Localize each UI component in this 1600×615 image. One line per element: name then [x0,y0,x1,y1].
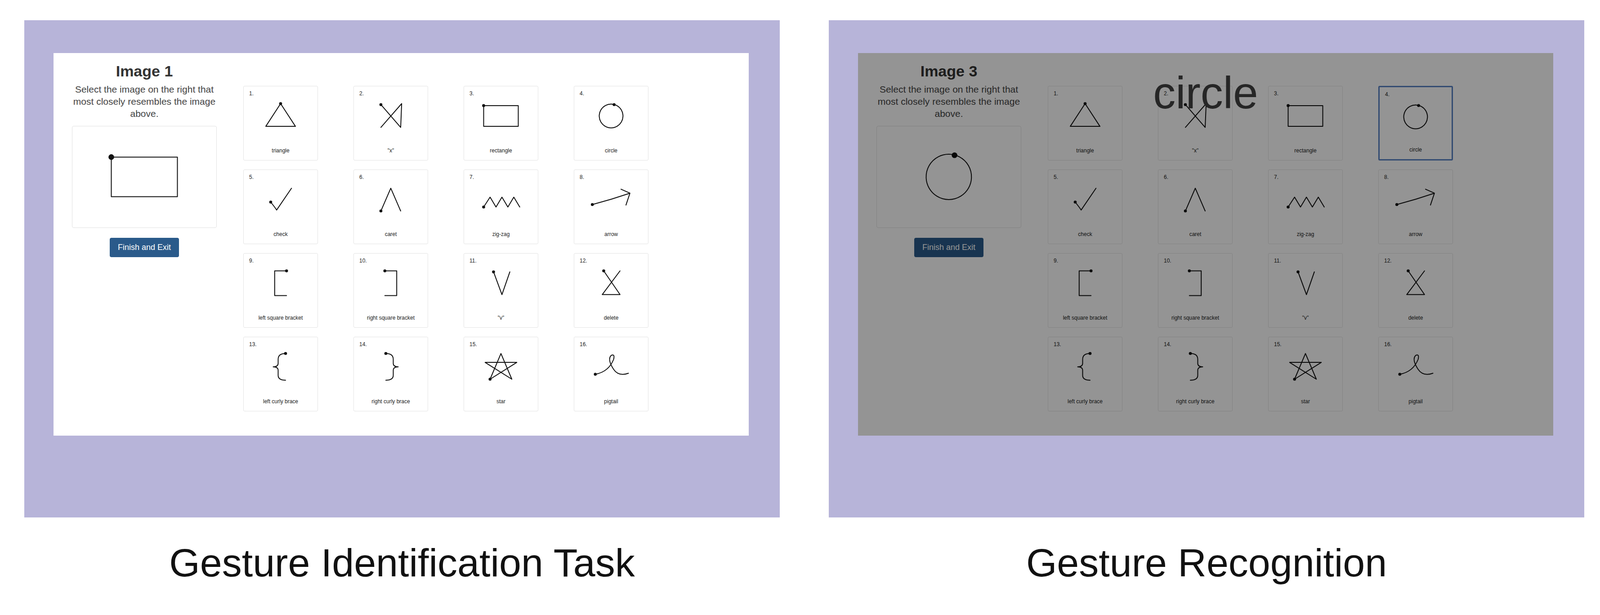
app-screenshot: Image 3Select the image on the right tha… [858,53,1554,436]
gesture-card[interactable]: 4. circle [573,85,649,161]
gesture-x-icon [366,96,416,135]
gesture-number: 5. [243,169,254,180]
gesture-card[interactable]: 3. rectangle [463,85,539,161]
gesture-label: zig-zag [490,228,512,244]
gesture-card[interactable]: 9. left square bracket [243,253,318,328]
gesture-drawing-icon [97,143,192,211]
gesture-label: triangle [269,144,291,161]
gesture-arrow-icon [586,179,636,218]
caption-row: Gesture Identification Task Gesture Recog… [0,539,1600,587]
gesture-card[interactable]: 14. right curly brace [353,336,429,412]
gesture-triangle-icon [255,96,306,135]
gesture-number: 12. [574,253,588,264]
gesture-number: 7. [464,169,474,180]
gesture-caret-icon [366,179,416,218]
gesture-label: left curly brace [261,395,300,412]
gesture-number: 2. [353,86,364,97]
gesture-card[interactable]: 12. delete [573,253,649,328]
gesture-label: delete [602,312,621,328]
gesture-grid: 1. triangle 2. "x" 3. rectangle 4. circle 5. chec… [243,85,649,436]
gesture-card[interactable]: 7. zig-zag [463,169,539,245]
gesture-number: 3. [464,86,474,97]
gesture-rcurly-icon [366,347,416,385]
gesture-card[interactable]: 6. caret [353,169,429,245]
gesture-card[interactable]: 11. "v" [463,253,539,328]
gesture-number: 11. [464,253,477,264]
figure-row: Image 1 Select the image on the right tha… [0,0,1600,518]
gesture-number: 15. [464,337,478,348]
gesture-number: 16. [574,337,588,348]
gesture-card[interactable]: 13. left curly brace [243,336,318,412]
finish-button[interactable]: Finish and Exit [109,237,179,258]
gesture-circle-icon [586,96,636,135]
gesture-number: 14. [353,337,367,348]
gesture-label: check [271,228,290,244]
gesture-star-icon [476,347,526,385]
gesture-zigzag-icon [476,179,526,218]
figure-panel: Image 1 Select the image on the right tha… [24,20,780,518]
gesture-number: 10. [353,253,367,264]
figure-caption: Gesture Recognition [828,539,1585,587]
gesture-label: "x" [385,144,397,161]
gesture-card[interactable]: 15. star [463,336,539,412]
gesture-pigtail-icon [586,347,636,385]
recognition-overlay: circle [858,53,1554,436]
figure-panel: Image 3Select the image on the right tha… [828,20,1585,518]
gesture-check-icon [255,179,306,218]
gesture-number: 1. [243,86,254,97]
gesture-rectangle-icon [476,96,526,135]
gesture-label: rectangle [487,144,514,161]
gesture-v-icon [476,263,526,302]
gesture-label: right curly brace [369,395,412,412]
gesture-number: 9. [243,253,254,264]
instruction-text: Select the image on the right that most … [70,83,219,120]
gesture-card[interactable]: 16. pigtail [573,336,649,412]
gesture-card[interactable]: 8. arrow [573,169,649,245]
gesture-number: 6. [353,169,364,180]
gesture-label: "v" [496,312,507,328]
gesture-number: 13. [243,337,257,348]
target-image [71,125,217,228]
gesture-label: right square bracket [365,312,417,328]
gesture-rsquare-icon [366,263,416,302]
prompt-column: Image 1 Select the image on the right tha… [63,62,226,436]
gesture-number: 4. [574,86,585,97]
recognized-label: circle [1153,70,1258,116]
app-screenshot: Image 1 Select the image on the right tha… [53,53,749,436]
gesture-lsquare-icon [255,263,306,302]
gesture-card[interactable]: 10. right square bracket [353,253,429,328]
gesture-label: arrow [602,228,620,244]
gesture-delete-icon [586,263,636,302]
gesture-lcurly-icon [255,347,306,385]
gesture-label: caret [383,228,399,244]
gesture-label: pigtail [602,395,620,412]
gesture-label: star [494,395,508,412]
image-title: Image 1 [116,62,174,81]
figure-caption: Gesture Identification Task [24,539,780,587]
gesture-label: circle [603,144,620,161]
gesture-card[interactable]: 2. "x" [353,85,429,161]
gesture-card[interactable]: 1. triangle [243,85,318,161]
gesture-label: left square bracket [256,312,305,328]
gesture-card[interactable]: 5. check [243,169,318,245]
gesture-number: 8. [574,169,585,180]
